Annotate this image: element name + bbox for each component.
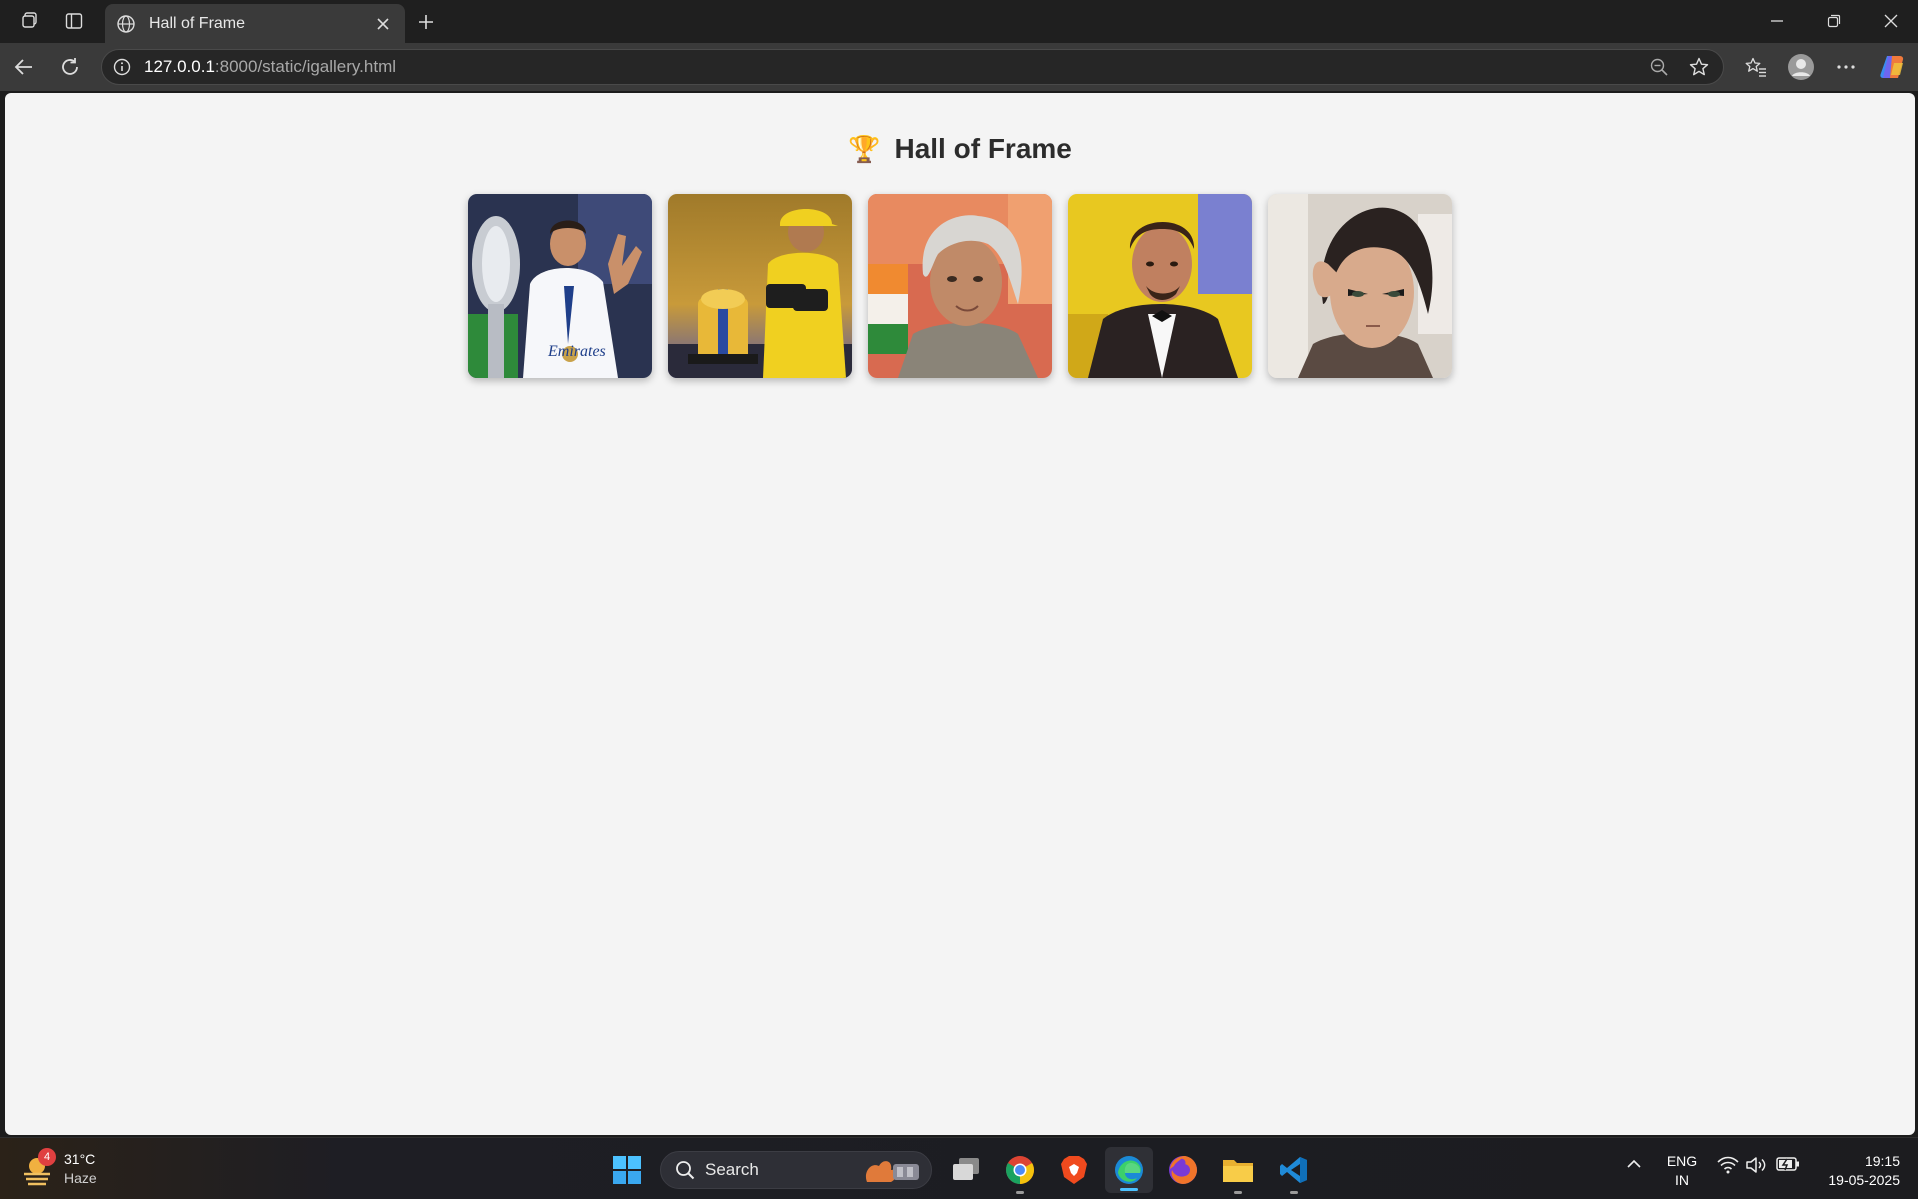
url-path: :8000/static/igallery.html — [214, 57, 397, 76]
show-hidden-icons-chevron-icon[interactable] — [1624, 1156, 1644, 1172]
system-clock[interactable]: 19:15 19-05-2025 — [1810, 1152, 1900, 1190]
page-title-text: Hall of Frame — [894, 133, 1072, 164]
address-bar[interactable]: 127.0.0.1:8000/static/igallery.html — [101, 49, 1724, 85]
input-language[interactable]: ENG IN — [1664, 1152, 1700, 1190]
language-region: IN — [1675, 1172, 1689, 1188]
back-arrow-icon[interactable] — [8, 51, 40, 83]
url-text[interactable]: 127.0.0.1:8000/static/igallery.html — [144, 57, 1643, 77]
edge-icon[interactable] — [1105, 1147, 1153, 1193]
page-viewport: 🏆 Hall of Frame Emirates — [5, 93, 1915, 1135]
more-options-icon[interactable] — [1828, 51, 1864, 83]
page-title: 🏆 Hall of Frame — [5, 133, 1915, 165]
restore-button[interactable] — [1811, 6, 1857, 36]
tab-active[interactable]: Hall of Frame — [105, 4, 405, 43]
tab-title: Hall of Frame — [149, 14, 246, 32]
taskbar-search[interactable]: Search — [660, 1151, 932, 1189]
site-info-icon[interactable] — [112, 57, 132, 77]
battery-charging-icon[interactable] — [1776, 1156, 1800, 1172]
clock-date: 19-05-2025 — [1828, 1172, 1900, 1188]
running-indicator — [1290, 1191, 1298, 1194]
profile-avatar-icon[interactable] — [1783, 51, 1819, 83]
search-icon — [675, 1160, 695, 1180]
gallery-image-man-in-tuxedo[interactable] — [1068, 194, 1252, 378]
close-window-button[interactable] — [1868, 6, 1914, 36]
vertical-tabs-icon[interactable] — [62, 9, 86, 33]
url-host: 127.0.0.1 — [144, 57, 215, 76]
brave-icon[interactable] — [1054, 1152, 1094, 1188]
start-windows-icon[interactable] — [607, 1152, 647, 1188]
gallery-image-anime-character[interactable] — [1268, 194, 1452, 378]
chrome-icon[interactable] — [1000, 1152, 1040, 1194]
running-indicator — [1016, 1191, 1024, 1194]
firefox-icon[interactable] — [1163, 1152, 1203, 1188]
search-highlight-icon — [859, 1154, 925, 1186]
volume-icon[interactable] — [1745, 1156, 1767, 1174]
globe-icon — [115, 13, 137, 35]
minimize-button[interactable] — [1754, 6, 1800, 36]
weather-temperature: 31°C — [64, 1151, 96, 1167]
browser-toolbar: 127.0.0.1:8000/static/igallery.html — [0, 43, 1918, 91]
file-explorer-icon[interactable] — [1218, 1152, 1258, 1194]
image-gallery: Emirates — [468, 194, 1452, 378]
new-tab-button[interactable] — [412, 8, 440, 36]
favorites-icon[interactable] — [1738, 51, 1774, 83]
active-indicator — [1120, 1188, 1138, 1191]
gallery-image-cricketer-trophy[interactable] — [668, 194, 852, 378]
gallery-image-elder-statesman[interactable] — [868, 194, 1052, 378]
clock-time: 19:15 — [1864, 1153, 1900, 1169]
running-indicator — [1234, 1191, 1242, 1194]
language-code: ENG — [1666, 1153, 1698, 1169]
zoom-out-icon[interactable] — [1643, 51, 1675, 83]
workspaces-icon[interactable] — [18, 9, 42, 33]
vscode-icon[interactable] — [1274, 1152, 1314, 1194]
gallery-image-footballer-trophy[interactable]: Emirates — [468, 194, 652, 378]
weather-condition: Haze — [64, 1170, 97, 1186]
search-placeholder: Search — [705, 1160, 759, 1179]
weather-badge: 4 — [38, 1148, 56, 1166]
trophy-icon: 🏆 — [848, 133, 881, 164]
refresh-icon[interactable] — [54, 51, 86, 83]
svg-text:Emirates: Emirates — [547, 343, 606, 360]
title-bar: Hall of Frame — [0, 0, 1918, 43]
wifi-icon[interactable] — [1717, 1156, 1739, 1174]
task-view-icon[interactable] — [946, 1152, 986, 1188]
close-tab-icon[interactable] — [369, 10, 397, 38]
haze-weather-icon: 4 — [20, 1148, 56, 1186]
favorite-star-icon[interactable] — [1683, 51, 1715, 83]
weather-widget[interactable]: 4 31°C Haze — [20, 1148, 97, 1188]
taskbar: 4 31°C Haze Search ENG IN 19:15 19-05-20… — [0, 1137, 1918, 1199]
copilot-icon[interactable] — [1874, 51, 1910, 83]
